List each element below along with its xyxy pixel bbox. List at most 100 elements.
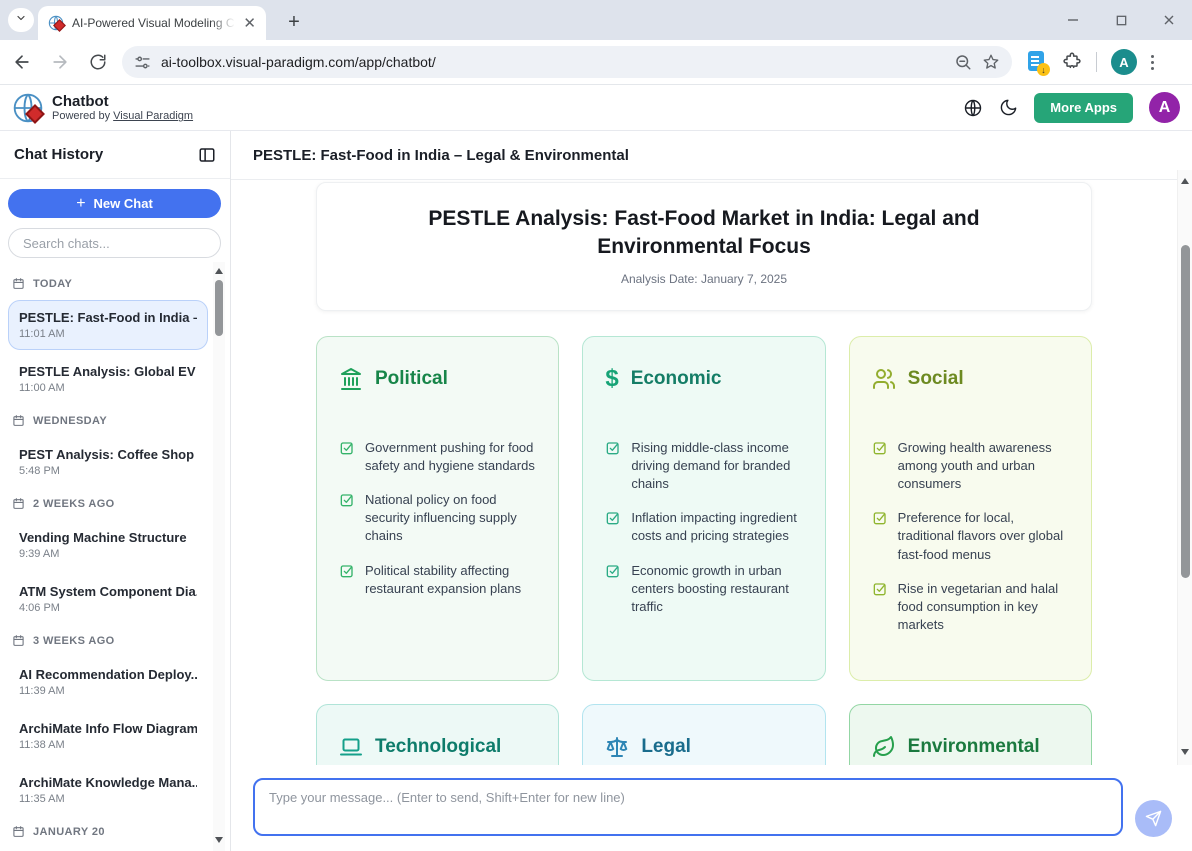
tab-close-icon[interactable]: ✕ xyxy=(243,16,256,31)
url-text[interactable]: ai-toolbox.visual-paradigm.com/app/chatb… xyxy=(161,54,944,70)
check-square-icon xyxy=(605,563,621,617)
site-settings-icon[interactable] xyxy=(134,54,151,71)
check-square-icon xyxy=(872,581,888,635)
collapse-sidebar-icon[interactable] xyxy=(198,146,216,164)
laptop-icon xyxy=(339,735,363,759)
chat-history-item[interactable]: Vending Machine Structure 9:39 AM xyxy=(8,520,208,570)
pestle-card-social: SocialGrowing health awareness among you… xyxy=(849,336,1092,682)
browser-profile-avatar[interactable]: A xyxy=(1111,49,1137,75)
chat-history-item[interactable]: AI Recommendation Deploy...11:39 AM xyxy=(8,657,208,707)
extensions-puzzle-icon[interactable] xyxy=(1062,52,1082,72)
chat-item-time: 11:38 AM xyxy=(19,739,197,751)
tab-search-button[interactable] xyxy=(8,8,34,32)
pestle-item-text: Preference for local, traditional flavor… xyxy=(898,509,1069,564)
pestle-card-title: Economic xyxy=(631,368,722,390)
pestle-cards-grid: PoliticalGovernment pushing for food saf… xyxy=(316,336,1092,765)
pestle-item: Preference for local, traditional flavor… xyxy=(872,509,1069,564)
toolbar-divider xyxy=(1096,52,1097,72)
chat-item-time: 11:01 AM xyxy=(19,328,197,340)
chat-history-item[interactable]: ArchiMate Knowledge Mana...11:35 AM xyxy=(8,765,208,815)
search-chats-input[interactable] xyxy=(8,228,221,258)
pestle-item-text: Rising middle-class income driving deman… xyxy=(631,439,802,494)
check-square-icon xyxy=(872,510,888,564)
send-button[interactable] xyxy=(1135,800,1172,837)
bookmark-star-icon[interactable] xyxy=(982,53,1000,71)
main-scrollbar[interactable] xyxy=(1177,170,1192,765)
reload-icon[interactable] xyxy=(82,46,114,78)
analysis-title: PESTLE Analysis: Fast-Food Market in Ind… xyxy=(357,205,1051,262)
chat-item-title: AI Recommendation Deploy... xyxy=(19,667,197,682)
powered-by: Powered by Visual Paradigm xyxy=(52,110,193,122)
chat-title: PESTLE: Fast-Food in India – Legal & Env… xyxy=(253,147,629,164)
chat-content[interactable]: PESTLE Analysis: Fast-Food Market in Ind… xyxy=(231,180,1177,765)
chat-group-label: 2 WEEKS AGO xyxy=(12,497,208,510)
visual-paradigm-link[interactable]: Visual Paradigm xyxy=(113,110,193,122)
pestle-card-title: Legal xyxy=(641,736,691,758)
docs-offline-icon[interactable]: ↓ xyxy=(1026,50,1048,74)
sidebar-scrollbar[interactable] xyxy=(213,262,225,851)
check-square-icon xyxy=(605,510,621,545)
check-square-icon xyxy=(339,492,355,546)
chat-history-item[interactable]: PESTLE Analysis: Global EV In...11:00 AM xyxy=(8,354,208,404)
sidebar-title: Chat History xyxy=(14,146,103,163)
sidebar-scrollbar-thumb[interactable] xyxy=(215,280,223,336)
check-square-icon xyxy=(605,440,621,494)
dollar-icon: $ xyxy=(605,367,618,391)
pestle-item: Rising middle-class income driving deman… xyxy=(605,439,802,494)
calendar-icon xyxy=(12,634,25,647)
check-square-icon xyxy=(339,563,355,598)
main-scrollbar-thumb[interactable] xyxy=(1181,245,1190,578)
pestle-item-text: National policy on food security influen… xyxy=(365,491,536,546)
browser-menu-icon[interactable] xyxy=(1151,55,1154,70)
pestle-item-text: Economic growth in urban centers boostin… xyxy=(631,562,802,617)
url-bar[interactable]: ai-toolbox.visual-paradigm.com/app/chatb… xyxy=(122,46,1012,78)
dark-mode-moon-icon[interactable] xyxy=(999,98,1018,117)
new-chat-button[interactable]: + New Chat xyxy=(8,189,221,218)
chat-item-time: 4:06 PM xyxy=(19,602,197,614)
check-square-icon xyxy=(339,440,355,475)
user-avatar[interactable]: A xyxy=(1149,92,1180,123)
language-globe-icon[interactable] xyxy=(963,98,983,118)
calendar-icon xyxy=(12,497,25,510)
window-maximize-button[interactable] xyxy=(1112,11,1130,29)
pestle-card-legal: Legal xyxy=(582,704,825,765)
chat-history-item[interactable]: ATM System Component Dia... 4:06 PM xyxy=(8,574,208,624)
paper-plane-icon xyxy=(1145,810,1162,827)
chat-history-item[interactable]: ArchiMate Info Flow Diagram 11:38 AM xyxy=(8,711,208,761)
chat-item-title: PEST Analysis: Coffee Shop S... xyxy=(19,447,197,462)
more-apps-button[interactable]: More Apps xyxy=(1034,93,1133,123)
chevron-down-icon xyxy=(15,11,27,29)
chat-history-item[interactable]: PESTLE: Fast-Food in India – ...11:01 AM xyxy=(8,300,208,350)
chat-item-time: 5:48 PM xyxy=(19,465,197,477)
pestle-item: Inflation impacting ingredient costs and… xyxy=(605,509,802,545)
pestle-card-technological: Technological xyxy=(316,704,559,765)
pestle-card-political: PoliticalGovernment pushing for food saf… xyxy=(316,336,559,682)
zoom-out-icon[interactable] xyxy=(954,53,972,71)
app-header: Chatbot Powered by Visual Paradigm More … xyxy=(0,85,1192,131)
chat-list: TODAYPESTLE: Fast-Food in India – ...11:… xyxy=(0,259,212,851)
window-minimize-button[interactable] xyxy=(1064,11,1082,29)
browser-toolbar: ai-toolbox.visual-paradigm.com/app/chatb… xyxy=(0,40,1192,85)
chat-group-label: JANUARY 20 xyxy=(12,825,208,838)
landmark-icon xyxy=(339,367,363,391)
chat-item-title: Vending Machine Structure xyxy=(19,530,197,545)
chat-item-time: 9:39 AM xyxy=(19,548,197,560)
new-tab-button[interactable]: + xyxy=(282,10,306,34)
pestle-item-text: Political stability affecting restaurant… xyxy=(365,562,536,598)
window-close-button[interactable] xyxy=(1160,11,1178,29)
browser-tab[interactable]: AI-Powered Visual Modeling Ch ✕ xyxy=(38,6,266,40)
pestle-item-text: Inflation impacting ingredient costs and… xyxy=(631,509,802,545)
calendar-icon xyxy=(12,414,25,427)
forward-icon[interactable] xyxy=(44,46,76,78)
chat-item-time: 11:35 AM xyxy=(19,793,197,805)
message-input[interactable] xyxy=(253,778,1123,836)
chat-history-item[interactable]: PEST Analysis: Coffee Shop S... 5:48 PM xyxy=(8,437,208,487)
calendar-icon xyxy=(12,825,25,838)
pestle-item: Rise in vegetarian and halal food consum… xyxy=(872,580,1069,635)
chat-item-title: ATM System Component Dia... xyxy=(19,584,197,599)
analysis-header-card: PESTLE Analysis: Fast-Food Market in Ind… xyxy=(316,182,1092,311)
chat-item-title: ArchiMate Info Flow Diagram xyxy=(19,721,197,736)
message-composer xyxy=(231,765,1177,851)
pestle-item: National policy on food security influen… xyxy=(339,491,536,546)
back-icon[interactable] xyxy=(6,46,38,78)
